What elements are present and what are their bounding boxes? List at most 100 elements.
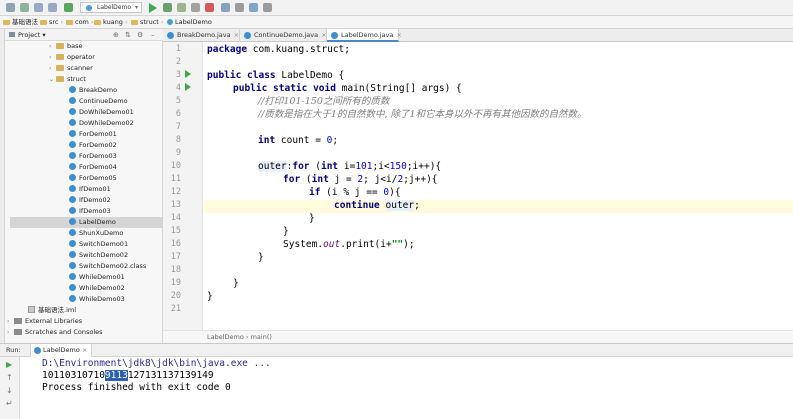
settings-icon[interactable] [235, 3, 244, 12]
chevron-right-icon: › [49, 65, 52, 72]
close-icon[interactable]: × [321, 31, 326, 39]
tree-class-item[interactable]: SwitchDemo01 [69, 239, 128, 250]
tree-class-item[interactable]: SwitchDemo02 [69, 250, 128, 261]
search-icon[interactable] [263, 3, 272, 12]
tree-class-item[interactable]: DoWhileDemo01 [69, 107, 134, 118]
project-structure-icon[interactable] [221, 3, 230, 12]
project-panel-header: Project ▾ ⊕ ⇅ ⚙ – [5, 29, 163, 41]
run-configuration-select[interactable]: LabelDemo ▾ [80, 2, 142, 13]
tree-class-item[interactable]: ForDemo03 [69, 151, 117, 162]
tree-class-item[interactable]: ForDemo01 [69, 129, 117, 140]
tree-class-item[interactable]: ContinueDemo [69, 96, 128, 107]
breadcrumb-item[interactable]: com › [66, 16, 94, 29]
close-icon[interactable]: × [82, 346, 87, 354]
java-class-icon [167, 32, 174, 39]
console-output[interactable]: 101103107109113127131137139149 [42, 370, 214, 382]
run-icon[interactable] [149, 3, 157, 13]
tree-class-item[interactable]: IfDemo03 [69, 206, 111, 217]
scroll-up-icon[interactable]: ↑ [6, 373, 13, 383]
code-line: for (int j = 2; j<i/2;j++){ [283, 174, 438, 185]
close-icon[interactable]: × [396, 31, 401, 39]
java-class-icon [69, 119, 76, 126]
code-line: public class LabelDemo { [207, 70, 345, 81]
console-command: D:\Environment\jdk8\jdk\bin\java.exe ... [42, 358, 271, 369]
run-class-icon[interactable] [185, 70, 191, 78]
java-class-icon [69, 262, 76, 269]
forward-icon[interactable] [48, 3, 57, 12]
close-icon[interactable]: × [234, 31, 239, 39]
collapse-all-icon[interactable]: ⇅ [125, 29, 131, 41]
tree-iml-file[interactable]: 基础语法.iml [28, 305, 76, 316]
code-line: } [233, 278, 239, 289]
tree-class-item[interactable]: ShunXuDemo [69, 228, 123, 239]
console-selection: 9113 [104, 370, 128, 381]
tree-class-item[interactable]: ForDemo02 [69, 140, 117, 151]
wrap-icon[interactable]: ↵ [6, 399, 13, 409]
tree-class-item[interactable]: SwitchDemo02.class [69, 261, 146, 272]
locate-file-icon[interactable]: ⊕ [113, 29, 119, 41]
tree-class-item[interactable]: ForDemo04 [69, 162, 117, 173]
code-line: package com.kuang.struct; [207, 44, 350, 55]
coverage-icon[interactable] [177, 3, 186, 12]
tree-class-item[interactable]: IfDemo02 [69, 195, 111, 206]
run-main-icon[interactable] [185, 83, 191, 91]
tab-breakdemo[interactable]: BreakDemo.java × [163, 29, 240, 42]
tree-folder-base[interactable]: › base [49, 41, 83, 52]
tree-class-item-selected[interactable]: LabelDemo [10, 217, 162, 228]
tree-folder-scanner[interactable]: › scanner [49, 63, 93, 74]
profile-icon[interactable] [191, 3, 200, 12]
breadcrumb-item[interactable]: 基础语法› [3, 16, 43, 29]
editor-breadcrumb[interactable]: LabelDemo › main() [163, 330, 793, 343]
line-number: 2 [175, 57, 181, 67]
folder-icon [3, 19, 10, 25]
scroll-down-icon[interactable]: ↓ [6, 386, 13, 396]
run-side-toolbar: ▶ ↑ ↓ ↵ [0, 357, 20, 419]
back-icon[interactable] [34, 3, 43, 12]
stop-icon[interactable] [205, 3, 214, 12]
line-number: 20 [170, 291, 181, 301]
debug-icon[interactable] [163, 3, 172, 12]
breadcrumb-item[interactable]: LabelDemo [167, 16, 212, 29]
tree-folder-struct[interactable]: ⌄ struct [49, 74, 86, 85]
tab-labeldemo[interactable]: LabelDemo.java × [327, 29, 402, 42]
java-class-icon [34, 347, 41, 354]
tree-class-item[interactable]: WhileDemo02 [69, 283, 125, 294]
tab-continuedemo[interactable]: ContinueDemo.java × [240, 29, 327, 42]
breadcrumb-item[interactable]: kuang › [94, 16, 128, 29]
tree-folder-operator[interactable]: › operator [49, 52, 95, 63]
sdk-icon[interactable] [249, 3, 258, 12]
tree-class-item[interactable]: WhileDemo03 [69, 294, 125, 305]
breadcrumb-item[interactable]: src › [40, 16, 63, 29]
java-class-icon [69, 218, 76, 225]
code-editor[interactable]: 1 2 3 4 5 6 7 8 9 10 11 12 13 14 15 16 1… [163, 42, 793, 330]
chevron-right-icon: › [49, 54, 52, 61]
project-view-selector[interactable]: Project ▾ [9, 29, 46, 41]
tree-class-item[interactable]: BreakDemo [69, 85, 117, 96]
java-class-icon [69, 141, 76, 148]
tree-class-item[interactable]: DoWhileDemo02 [69, 118, 134, 129]
project-panel: Project ▾ ⊕ ⇅ ⚙ – › base › operator › scann… [5, 29, 163, 343]
tree-class-item[interactable]: ForDemo05 [69, 173, 117, 184]
sync-icon[interactable] [20, 3, 29, 12]
tree-class-item[interactable]: IfDemo01 [69, 184, 111, 195]
line-number: 12 [170, 187, 181, 197]
chevron-right-icon: › [49, 43, 52, 50]
tree-class-item[interactable]: WhileDemo01 [69, 272, 125, 283]
module-file-icon [28, 306, 35, 313]
line-number: 16 [170, 239, 181, 249]
save-all-icon[interactable] [6, 3, 15, 12]
folder-icon [94, 19, 101, 25]
run-tab-labeldemo[interactable]: LabelDemo × [30, 344, 93, 357]
tree-scratches[interactable]: › Scratches and Consoles [7, 327, 103, 338]
hide-panel-icon[interactable]: – [151, 29, 155, 41]
tree-external-libraries[interactable]: › External Libraries [7, 316, 82, 327]
build-icon[interactable] [64, 3, 73, 12]
rerun-icon[interactable]: ▶ [6, 360, 12, 370]
code-line: } [207, 291, 213, 302]
line-number: 14 [170, 213, 181, 223]
gear-icon[interactable]: ⚙ [137, 29, 143, 41]
java-class-icon [69, 240, 76, 247]
breadcrumb-item[interactable]: struct › [131, 16, 163, 29]
navigation-breadcrumb: 基础语法› src› com› kuang› struct› LabelDemo [0, 16, 793, 29]
code-comment: //打印101-150之间所有的质数 [258, 96, 390, 107]
